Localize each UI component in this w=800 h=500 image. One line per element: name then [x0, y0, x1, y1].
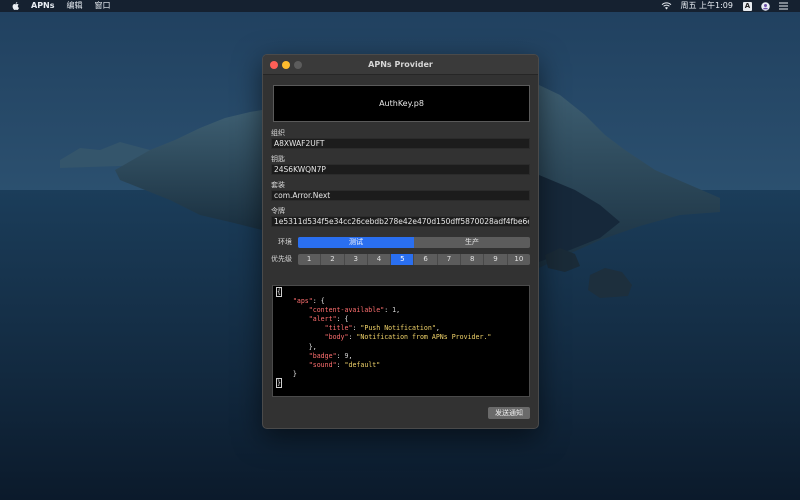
priority-option-7[interactable]: 7 [438, 254, 462, 265]
minimize-button[interactable] [282, 61, 290, 69]
input-method-icon[interactable]: A [743, 1, 752, 11]
zoom-button[interactable] [294, 61, 302, 69]
payload-alert-key: "alert" [308, 315, 337, 324]
window-title: APNs Provider [368, 60, 433, 69]
payload-badge-key: "badge" [308, 351, 337, 360]
environment-option-development[interactable]: 测试 [298, 237, 414, 248]
menu-clock[interactable]: 周五 上午1:09 [680, 0, 733, 12]
priority-option-2[interactable]: 2 [321, 254, 345, 265]
payload-content-available-key: "content-available" [308, 306, 385, 315]
environment-segmented-control: 测试 生产 [298, 237, 530, 248]
priority-label: 优先级 [271, 255, 292, 263]
bundle-id-field[interactable]: com.Arror.Next [271, 190, 530, 201]
payload-title-key: "title" [324, 324, 353, 333]
priority-option-5[interactable]: 5 [391, 254, 415, 265]
apns-provider-window: APNs Provider AuthKey.p8 组织 A8XWAF2UFT 钥… [262, 54, 539, 429]
menu-app-name[interactable]: APNs [31, 0, 55, 12]
payload-body-key: "body" [324, 333, 349, 342]
team-id-label: 组织 [271, 129, 285, 137]
auth-key-drop-zone[interactable]: AuthKey.p8 [273, 85, 530, 122]
device-token-field[interactable]: 1e5311d534f5e34cc26cebdb278e42e470d150df… [271, 216, 530, 227]
environment-label: 环境 [278, 238, 292, 246]
key-id-field[interactable]: 24S6KWQN7P [271, 164, 530, 175]
priority-segmented-control: 1 2 3 4 5 6 7 8 9 10 [298, 254, 530, 265]
device-token-label: 令牌 [271, 207, 285, 215]
payload-title-value: "Push Notification" [360, 324, 436, 333]
priority-option-3[interactable]: 3 [345, 254, 368, 265]
close-button[interactable] [270, 61, 278, 69]
priority-option-4[interactable]: 4 [368, 254, 392, 265]
bundle-id-label: 套装 [271, 181, 285, 189]
key-id-label: 钥匙 [271, 155, 285, 163]
team-id-field[interactable]: A8XWAF2UFT [271, 138, 530, 149]
payload-body-value: "Notification from APNs Provider." [356, 333, 492, 342]
title-bar[interactable]: APNs Provider [263, 55, 538, 75]
send-notification-button[interactable]: 发送通知 [488, 407, 530, 419]
priority-option-10[interactable]: 10 [508, 254, 530, 265]
environment-option-production[interactable]: 生产 [414, 237, 530, 248]
control-list-icon[interactable] [779, 2, 788, 10]
payload-editor[interactable]: { "aps": { "content-available": 1, "aler… [272, 285, 530, 397]
payload-sound-value: "default" [344, 360, 381, 369]
priority-option-9[interactable]: 9 [484, 254, 508, 265]
user-icon[interactable] [761, 1, 770, 11]
priority-option-8[interactable]: 8 [461, 254, 485, 265]
payload-aps-key: "aps" [292, 297, 313, 306]
menu-edit[interactable]: 编辑 [67, 0, 83, 12]
menu-window[interactable]: 窗口 [95, 0, 111, 12]
priority-option-1[interactable]: 1 [298, 254, 322, 265]
priority-option-6[interactable]: 6 [414, 254, 438, 265]
wifi-icon[interactable] [661, 2, 672, 10]
menu-bar: APNs 编辑 窗口 周五 上午1:09 A [0, 0, 800, 12]
apple-icon[interactable] [12, 2, 19, 10]
payload-sound-key: "sound" [308, 360, 337, 369]
